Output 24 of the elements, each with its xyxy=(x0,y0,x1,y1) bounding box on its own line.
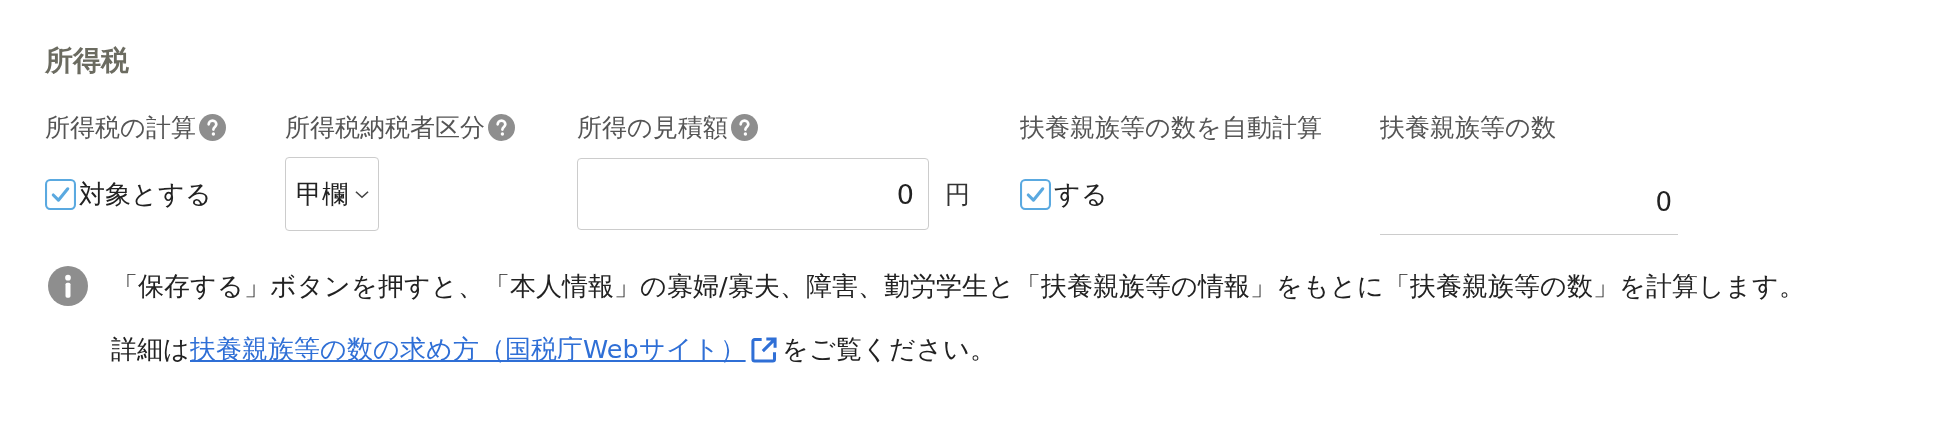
count-field: 0 xyxy=(1380,169,1678,235)
select-dropdown[interactable]: 甲欄 xyxy=(285,157,379,231)
checkbox-label[interactable]: する xyxy=(1054,176,1108,212)
amount-input[interactable]: 0 xyxy=(577,158,929,230)
checkbox-label[interactable]: 対象とする xyxy=(79,176,212,212)
field-label: 所得の見積額 xyxy=(577,111,728,144)
external-link-icon[interactable] xyxy=(749,335,778,364)
field-label: 所得税納税者区分 xyxy=(285,111,485,144)
detail-text: 詳細は xyxy=(111,333,190,366)
notice-text: 「保存する」ボタンを押すと、「本人情報」の寡婦/寡夫、障害、勤労学生と「扶養親族等の情報」をもとに「扶養親族等の数」を計算します。 xyxy=(112,269,1805,303)
help-icon[interactable] xyxy=(731,113,758,141)
unit-label: 円 xyxy=(945,178,970,211)
detail-text: をご覧ください。 xyxy=(781,333,996,366)
help-link[interactable]: 扶養親族等の数の求め方（国税庁Webサイト） xyxy=(190,332,746,367)
chevron-down-icon xyxy=(354,188,370,200)
help-icon[interactable] xyxy=(488,113,515,141)
help-icon[interactable] xyxy=(199,113,226,141)
info-icon xyxy=(48,266,88,306)
checkbox[interactable] xyxy=(1020,178,1051,210)
field-label: 所得税の計算 xyxy=(45,111,196,144)
checkbox[interactable] xyxy=(45,178,76,210)
field-label: 扶養親族等の数 xyxy=(1380,111,1556,144)
section-title: 所得税 xyxy=(45,43,130,79)
field-label: 扶養親族等の数を自動計算 xyxy=(1020,111,1322,144)
